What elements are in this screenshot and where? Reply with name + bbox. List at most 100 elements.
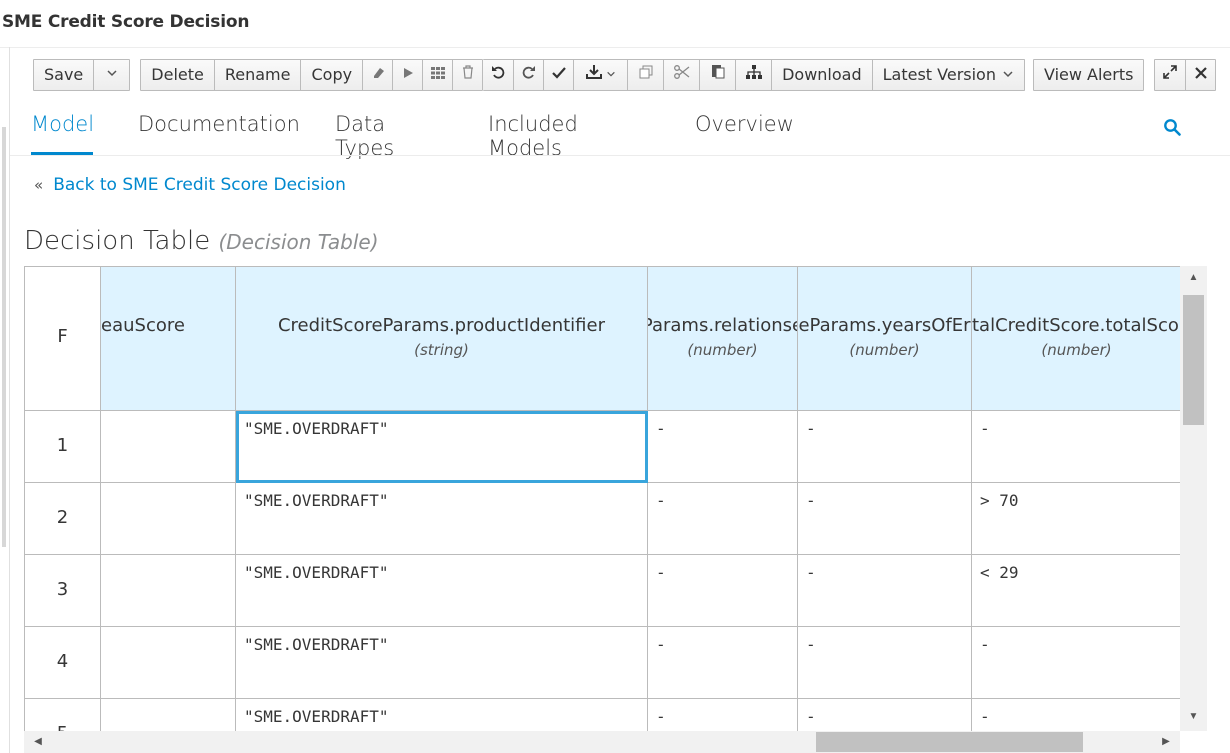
back-link[interactable]: « Back to SME Credit Score Decision	[34, 175, 346, 195]
tab-included-models[interactable]: Included Models	[488, 112, 578, 160]
column-header[interactable]: eauScore	[101, 267, 236, 411]
table-cell[interactable]: -	[798, 627, 972, 699]
table-cell[interactable]: -	[648, 483, 798, 555]
validate-button[interactable]	[543, 60, 573, 90]
cell-value: "SME.OVERDRAFT"	[244, 419, 389, 438]
row-number[interactable]: 1	[25, 411, 101, 483]
table-cell[interactable]	[101, 555, 236, 627]
left-rail	[0, 47, 10, 753]
table-cell[interactable]	[101, 411, 236, 483]
redo-icon	[522, 66, 535, 79]
column-header[interactable]: eParams.yearsOfEr (number)	[798, 267, 972, 411]
scroll-right-arrow-icon[interactable]: ▶	[1156, 731, 1176, 753]
horizontal-scroll-thumb[interactable]	[816, 732, 1083, 752]
eraser-button[interactable]	[362, 60, 392, 90]
table-cell[interactable]: -	[972, 627, 1180, 699]
latest-version-dropdown[interactable]: Latest Version	[871, 60, 1024, 90]
tabs-divider	[10, 155, 1230, 156]
save-button[interactable]: Save	[34, 60, 93, 90]
copy-clip-button[interactable]	[627, 60, 663, 90]
table-cell[interactable]	[101, 699, 236, 732]
table-cell[interactable]: -	[648, 699, 798, 732]
hit-policy: F	[57, 326, 68, 347]
clone-icon	[639, 65, 653, 79]
trash-icon	[462, 65, 473, 79]
tab-model[interactable]: Model	[31, 112, 94, 136]
row-number[interactable]: 2	[25, 483, 101, 555]
rename-button[interactable]: Rename	[213, 60, 301, 90]
table-cell[interactable]	[101, 627, 236, 699]
row-number[interactable]: 4	[25, 627, 101, 699]
table-cell[interactable]: -	[798, 411, 972, 483]
table-cell[interactable]: "SME.OVERDRAFT"	[236, 699, 648, 732]
table-cell[interactable]: < 29	[972, 555, 1180, 627]
table-cell-selected[interactable]: "SME.OVERDRAFT"	[236, 411, 648, 483]
table-cell[interactable]: -	[648, 411, 798, 483]
scroll-left-arrow-icon[interactable]: ◀	[28, 731, 48, 753]
table-cell[interactable]: "SME.OVERDRAFT"	[236, 483, 648, 555]
structure-button[interactable]	[735, 60, 771, 90]
chevron-down-icon	[107, 70, 117, 77]
download-button[interactable]: Download	[771, 60, 872, 90]
cell-value: "SME.OVERDRAFT"	[244, 491, 389, 510]
paste-button[interactable]	[699, 60, 735, 90]
hit-policy-cell[interactable]: F	[25, 267, 101, 411]
grid-button[interactable]	[422, 60, 452, 90]
horizontal-scrollbar[interactable]: ◀ ▶	[24, 731, 1180, 753]
scroll-down-arrow-icon[interactable]: ▼	[1180, 707, 1207, 727]
cell-value: -	[656, 707, 666, 726]
search-icon[interactable]	[1163, 118, 1181, 136]
column-type: (number)	[1041, 341, 1112, 359]
header-divider	[0, 47, 1230, 48]
table-cell[interactable]: -	[972, 699, 1180, 732]
table-cell[interactable]: -	[798, 483, 972, 555]
cut-button[interactable]	[663, 60, 699, 90]
table-cell[interactable]	[101, 483, 236, 555]
left-rail-scrollbar[interactable]	[2, 127, 6, 547]
table-cell[interactable]: -	[798, 555, 972, 627]
column-type: (string)	[414, 341, 469, 359]
play-icon	[403, 68, 413, 78]
row-number[interactable]: 3	[25, 555, 101, 627]
table-cell[interactable]: "SME.OVERDRAFT"	[236, 555, 648, 627]
tab-data-types[interactable]: Data Types	[335, 112, 394, 160]
column-header[interactable]: talCreditScore.totalSco (number)	[972, 267, 1180, 411]
undo-button[interactable]	[483, 60, 513, 90]
cell-value: -	[656, 491, 666, 510]
table-cell[interactable]: "SME.OVERDRAFT"	[236, 627, 648, 699]
copy-button[interactable]: Copy	[300, 60, 362, 90]
table-cell[interactable]: -	[648, 555, 798, 627]
tab-documentation[interactable]: Documentation	[138, 112, 300, 136]
table-cell[interactable]: > 70	[972, 483, 1180, 555]
latest-version-label: Latest Version	[882, 65, 996, 84]
run-button[interactable]	[392, 60, 422, 90]
vertical-scroll-thumb[interactable]	[1183, 295, 1204, 425]
column-header[interactable]: CreditScoreParams.productIdentifier (stri…	[236, 267, 648, 411]
close-button[interactable]	[1185, 60, 1215, 90]
decision-table-grid: F eauScore CreditScoreParams.productIden…	[24, 266, 1180, 732]
table-cell[interactable]: -	[648, 627, 798, 699]
cell-value: -	[806, 707, 816, 726]
column-header[interactable]: Params.relationse (number)	[648, 267, 798, 411]
trash-button[interactable]	[452, 60, 482, 90]
paste-icon	[711, 65, 725, 79]
cell-value: -	[980, 419, 990, 438]
save-dropdown-button[interactable]	[93, 60, 129, 90]
view-alerts-button[interactable]: View Alerts	[1034, 60, 1143, 90]
table-cell[interactable]: -	[798, 699, 972, 732]
scroll-up-arrow-icon[interactable]: ▲	[1180, 268, 1207, 288]
double-chevron-left-icon: «	[34, 176, 44, 194]
import-dropdown-button[interactable]	[573, 60, 627, 90]
redo-button[interactable]	[513, 60, 543, 90]
window-group	[1154, 59, 1217, 91]
maximize-button[interactable]	[1155, 60, 1185, 90]
tab-overview[interactable]: Overview	[695, 112, 794, 136]
download-tray-icon	[585, 65, 602, 79]
cell-value: -	[656, 635, 666, 654]
row-number[interactable]: 5	[25, 699, 101, 732]
column-name: talCreditScore.totalSco	[972, 315, 1179, 336]
table-cell[interactable]: -	[972, 411, 1180, 483]
vertical-scrollbar[interactable]: ▲ ▼	[1180, 266, 1207, 731]
delete-button[interactable]: Delete	[141, 60, 214, 90]
history-group: Download Latest Version	[483, 59, 1025, 91]
